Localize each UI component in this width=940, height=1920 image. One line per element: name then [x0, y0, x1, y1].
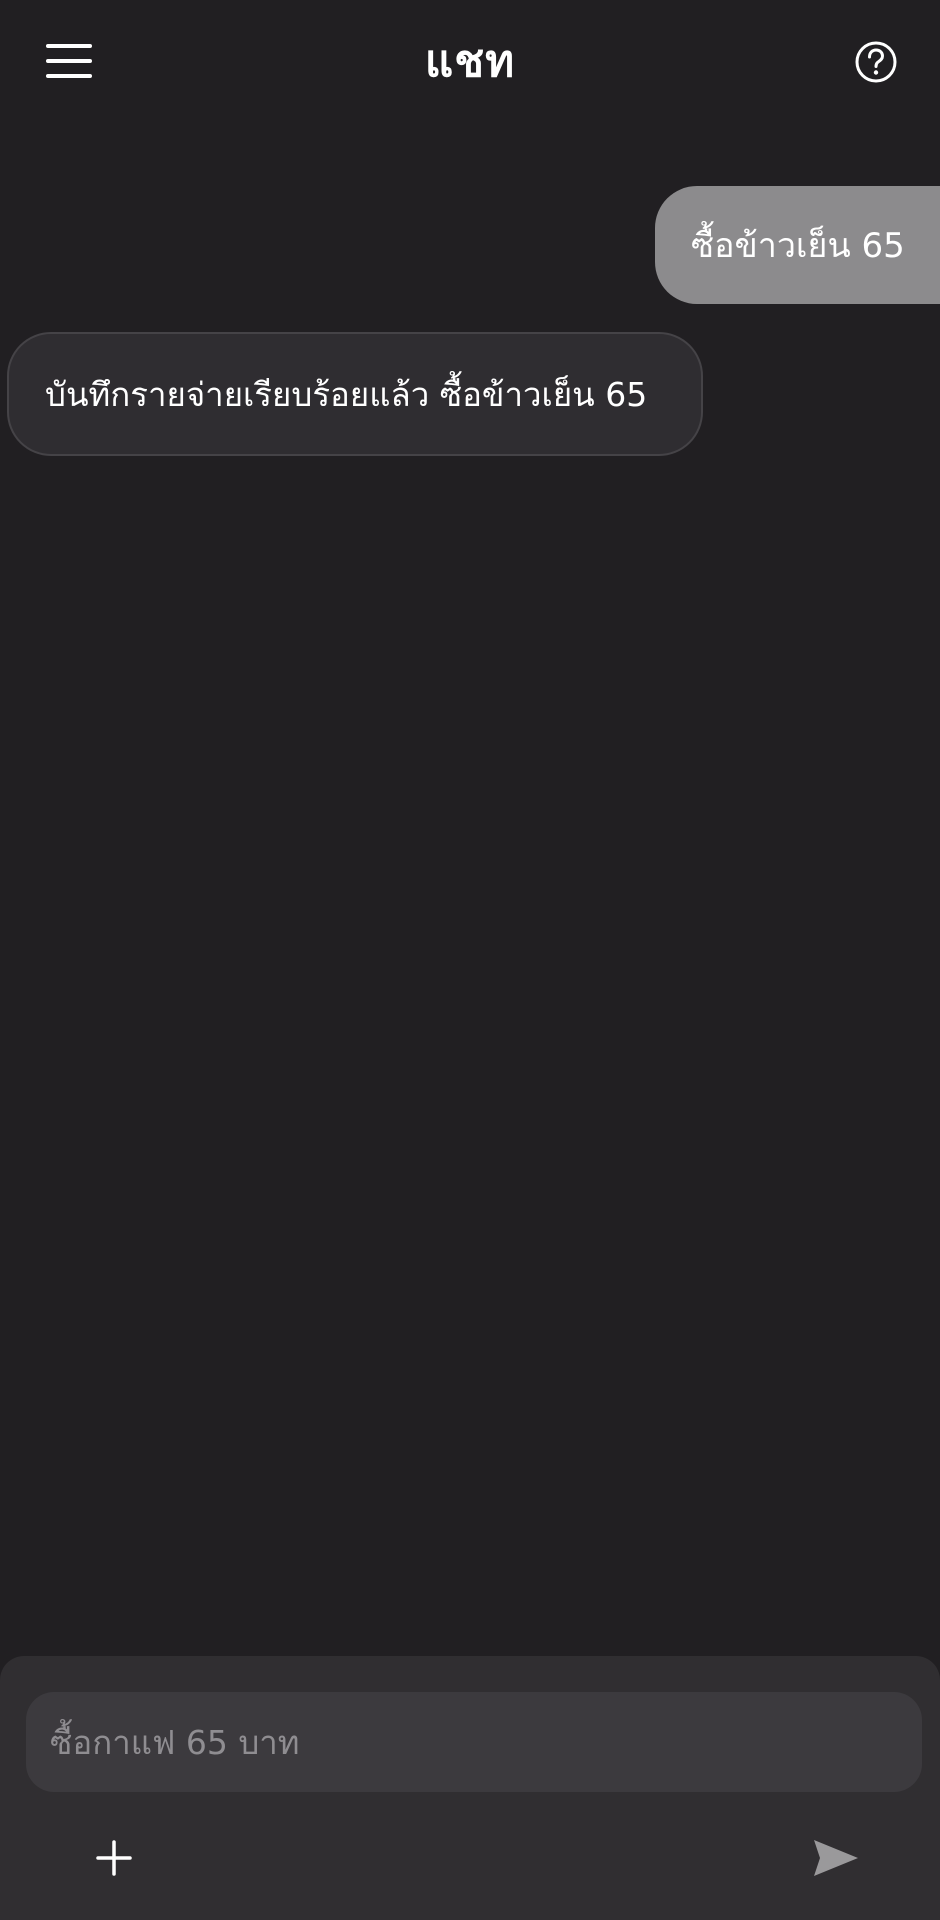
- help-button[interactable]: [850, 36, 902, 88]
- user-message-text: ซื้อข้าวเย็น 65: [691, 226, 905, 266]
- add-attachment-button[interactable]: [88, 1832, 140, 1884]
- page-title: แชท: [424, 36, 516, 87]
- question-circle-icon: [855, 41, 897, 83]
- send-button[interactable]: [808, 1832, 864, 1884]
- chat-screen: แชท ซื้อข้าวเย็น 65 บันทึกรายจ่ายเรียบร้…: [0, 0, 940, 1920]
- assistant-message: บันทึกรายจ่ายเรียบร้อยแล้ว ซื้อข้าวเย็น …: [7, 332, 703, 456]
- plus-icon: [96, 1840, 132, 1876]
- assistant-message-text: บันทึกรายจ่ายเรียบร้อยแล้ว ซื้อข้าวเย็น …: [45, 374, 648, 414]
- user-message: ซื้อข้าวเย็น 65: [655, 186, 940, 304]
- message-input[interactable]: [26, 1692, 922, 1792]
- header: แชท: [0, 0, 940, 130]
- message-composer: [0, 1656, 940, 1920]
- send-icon: [814, 1840, 858, 1876]
